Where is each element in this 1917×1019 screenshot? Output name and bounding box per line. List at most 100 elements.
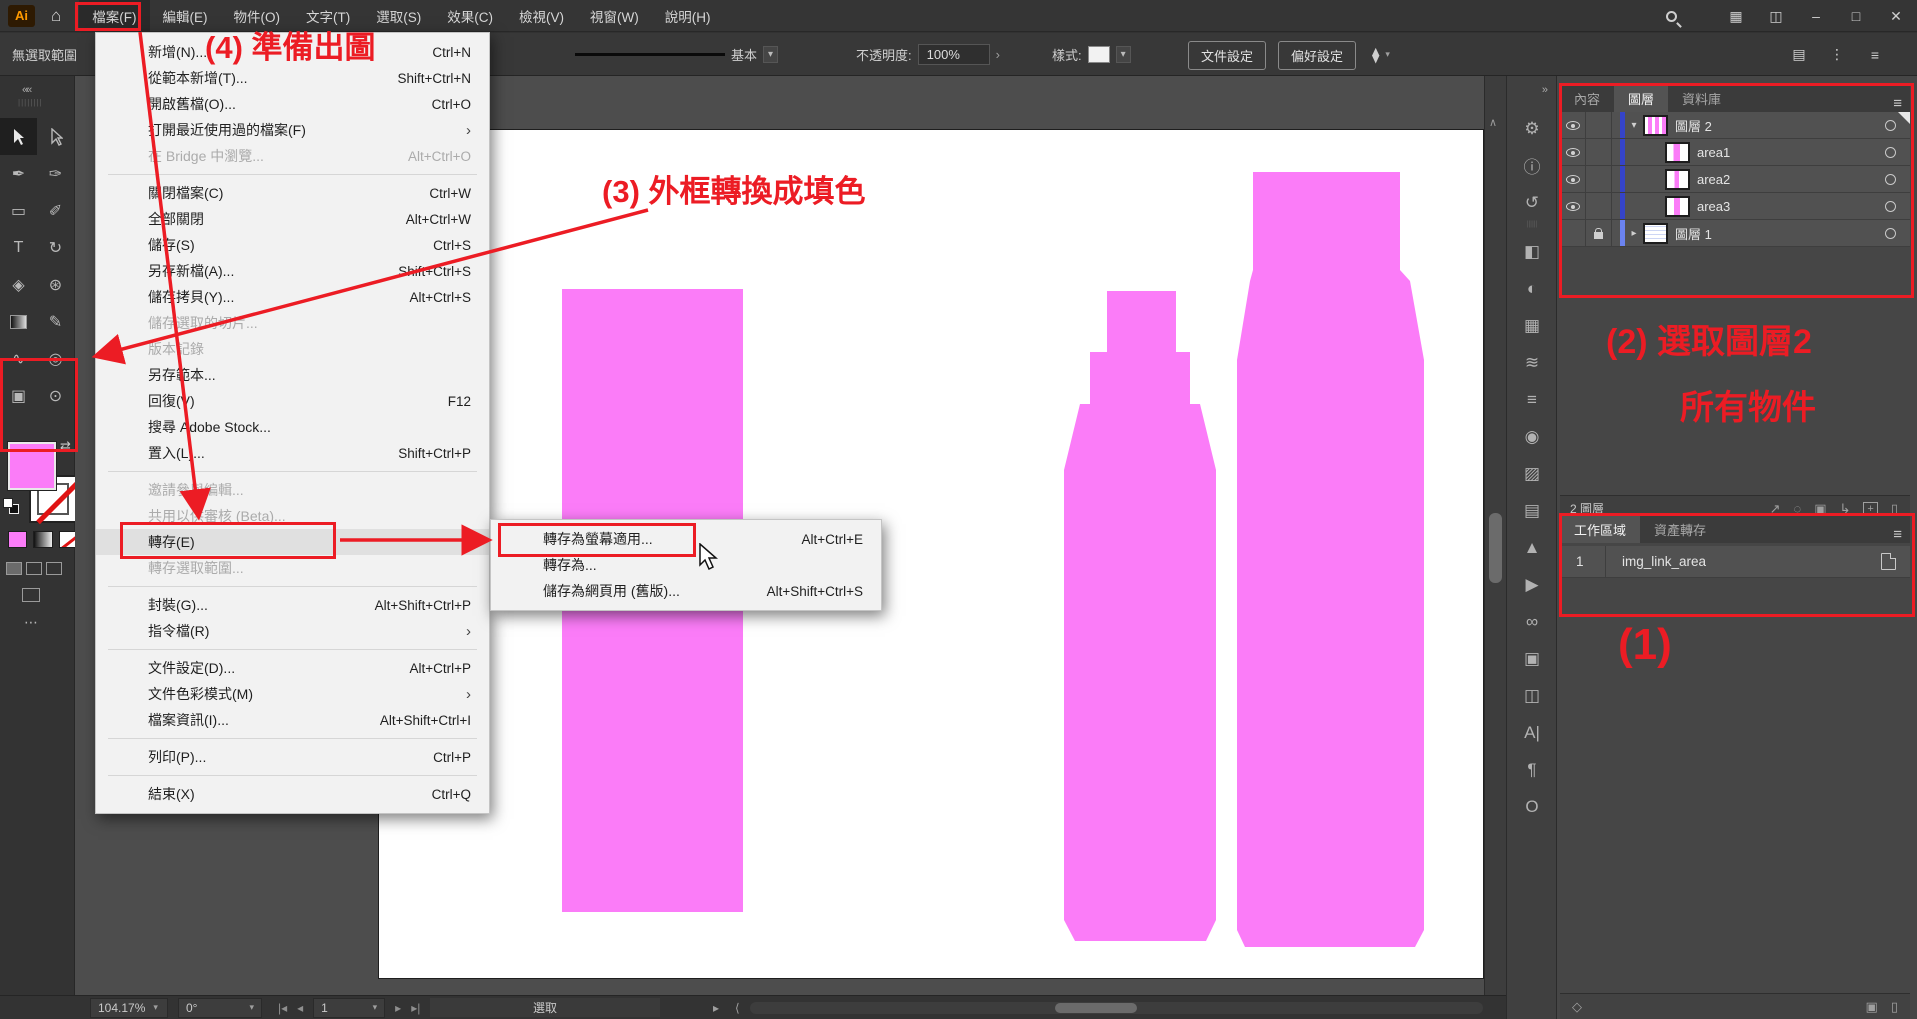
menubar-item-視窗W[interactable]: 視窗(W) (577, 0, 652, 32)
draw-inside-mode[interactable] (46, 562, 62, 575)
layer-name[interactable]: area3 (1697, 199, 1730, 214)
default-fill-stroke-icon[interactable] (3, 498, 19, 514)
brushes-panel-icon[interactable]: ≋ (1507, 344, 1557, 381)
file-menu-item[interactable]: 關閉檔案(C)Ctrl+W (96, 180, 489, 206)
file-menu-item[interactable]: 文件色彩模式(M)› (96, 681, 489, 707)
layer-name[interactable]: area2 (1697, 172, 1730, 187)
menubar-item-檢視V[interactable]: 檢視(V) (506, 0, 577, 32)
type-tool[interactable]: T (0, 229, 37, 266)
stroke-panel-icon[interactable]: ≡ (1507, 381, 1557, 418)
scroll-up-icon[interactable]: ∧ (1489, 116, 1497, 129)
lock-column[interactable] (1586, 166, 1612, 192)
artboard-navigation[interactable]: 1 ▾ (313, 998, 385, 1018)
delete-artboard-icon[interactable]: ▯ (1891, 999, 1898, 1015)
file-menu-item[interactable]: 回復(V)F12 (96, 388, 489, 414)
file-menu-item[interactable]: 文件設定(D)...Alt+Ctrl+P (96, 655, 489, 681)
lock-toggle[interactable] (1586, 220, 1612, 246)
visibility-column[interactable] (1560, 220, 1586, 246)
color-button[interactable] (8, 531, 27, 548)
transparency-panel-icon[interactable]: ▨ (1507, 455, 1557, 492)
file-menu-item[interactable]: 儲存選取的切片... (96, 310, 489, 336)
swap-fill-stroke-icon[interactable]: ⇄ (60, 438, 71, 454)
file-menu-item[interactable]: 指令檔(R)› (96, 618, 489, 644)
appearance-panel-icon[interactable]: ▤ (1507, 492, 1557, 529)
close-button[interactable]: ✕ (1887, 8, 1905, 25)
links-panel-icon[interactable]: ∞ (1507, 603, 1557, 640)
target-circle-icon[interactable] (1885, 228, 1896, 239)
eraser-tool[interactable]: ◈ (0, 266, 37, 303)
info-panel-icon[interactable]: ⓘ (1507, 147, 1557, 184)
artboard-row[interactable]: 1img_link_area (1560, 546, 1910, 578)
target-circle-icon[interactable] (1885, 147, 1896, 158)
visibility-toggle[interactable] (1560, 193, 1586, 219)
style-swatch[interactable] (1088, 46, 1110, 63)
history-panel-icon[interactable]: ↺ (1507, 184, 1557, 221)
chevron-right-icon[interactable]: ▸ (1625, 228, 1643, 239)
new-artboard-icon[interactable]: ▣ (1866, 999, 1878, 1015)
rectangle-tool[interactable]: ▭ (0, 192, 37, 229)
stroke-style-control[interactable]: 基本 ▾ (575, 33, 778, 76)
curvature-tool[interactable]: ✑ (37, 155, 74, 192)
lock-column[interactable] (1586, 139, 1612, 165)
file-menu-item[interactable]: 封裝(G)...Alt+Shift+Ctrl+P (96, 592, 489, 618)
play-icon[interactable]: ▸ (713, 1001, 719, 1015)
export-submenu-item[interactable]: 轉存為螢幕適用...Alt+Ctrl+E (491, 526, 881, 552)
draw-normal-mode[interactable] (6, 562, 22, 575)
tab-工作區域[interactable]: 工作區域 (1560, 516, 1640, 543)
file-menu-item[interactable]: 開啟舊檔(O)...Ctrl+O (96, 91, 489, 117)
make-clipping-mask-icon[interactable]: ▣ (1814, 501, 1826, 517)
artboard-tool[interactable]: ▣ (0, 377, 37, 414)
maximize-button[interactable]: □ (1847, 8, 1865, 24)
gradient-panel-icon[interactable]: ◉ (1507, 418, 1557, 455)
eyedropper-tool[interactable]: ✎ (37, 303, 74, 340)
dots-icon[interactable]: ⋮ (1828, 46, 1846, 63)
graphic-styles-panel-icon[interactable]: ▲ (1507, 529, 1557, 566)
character-panel-icon[interactable]: A| (1507, 714, 1557, 751)
layer-thumbnail[interactable] (1643, 223, 1668, 244)
collapse-panel-icon[interactable]: «« (22, 84, 30, 96)
new-sublayer-icon[interactable]: ↳ (1840, 501, 1851, 517)
layer-thumbnail[interactable] (1665, 142, 1690, 163)
layer-thumbnail[interactable] (1665, 196, 1690, 217)
properties-panel-icon[interactable]: ⚙ (1507, 110, 1557, 147)
visibility-toggle[interactable] (1560, 139, 1586, 165)
opacity-input[interactable]: 100% (918, 44, 990, 65)
layer-name[interactable]: 圖層 1 (1675, 224, 1712, 243)
first-artboard-icon[interactable]: |◂ (278, 1001, 287, 1015)
workspace-switcher-icon[interactable]: ▦ (1727, 8, 1745, 25)
chevron-down-icon[interactable]: ▾ (1116, 46, 1131, 63)
scrollbar-thumb[interactable] (1055, 1003, 1137, 1013)
file-menu-item[interactable]: 打開最近使用過的檔案(F)› (96, 117, 489, 143)
artboard-name[interactable]: img_link_area (1606, 554, 1706, 569)
file-menu-item[interactable]: 儲存(S)Ctrl+S (96, 232, 489, 258)
artboards-panel-panel-icon[interactable]: ▣ (1507, 640, 1557, 677)
tab-圖層[interactable]: 圖層 (1614, 85, 1668, 112)
visibility-toggle[interactable] (1560, 112, 1586, 138)
target-circle-icon[interactable] (1885, 120, 1896, 131)
zoom-tool[interactable]: ⊙ (37, 377, 74, 414)
selection-tool[interactable] (0, 118, 37, 155)
file-menu-item[interactable]: 版本記錄 (96, 336, 489, 362)
last-artboard-icon[interactable]: ▸| (411, 1001, 420, 1015)
layer-name[interactable]: area1 (1697, 145, 1730, 160)
layer-row-圖層2[interactable]: ▾圖層 2 (1560, 112, 1910, 139)
visibility-toggle[interactable] (1560, 166, 1586, 192)
scrollbar-thumb[interactable] (1489, 513, 1502, 583)
file-menu-item[interactable]: 轉存選取範圍... (96, 555, 489, 581)
panel-menu-icon[interactable]: ≡ (1893, 526, 1910, 543)
layer-row-area3[interactable]: area3 (1560, 193, 1910, 220)
gradient-button[interactable] (33, 531, 52, 548)
file-menu-item[interactable]: 共用以供審核 (Beta)... (96, 503, 489, 529)
layer-row-area1[interactable]: area1 (1560, 139, 1910, 166)
fill-color-swatch[interactable] (8, 442, 56, 490)
file-menu-item[interactable]: 從範本新增(T)...Shift+Ctrl+N (96, 65, 489, 91)
file-menu-item[interactable]: 結束(X)Ctrl+Q (96, 781, 489, 807)
menubar-item-效果C[interactable]: 效果(C) (434, 0, 506, 32)
paragraph-panel-icon[interactable]: ¶ (1507, 751, 1557, 788)
arrange-documents-icon[interactable]: ◫ (1767, 8, 1785, 25)
document-setup-button[interactable]: 文件設定 (1188, 41, 1266, 70)
new-layer-icon[interactable]: + (1863, 502, 1877, 516)
file-menu-item[interactable]: 邀請參與編輯... (96, 477, 489, 503)
minimize-button[interactable]: – (1807, 8, 1825, 24)
pen-tool[interactable]: ✒ (0, 155, 37, 192)
